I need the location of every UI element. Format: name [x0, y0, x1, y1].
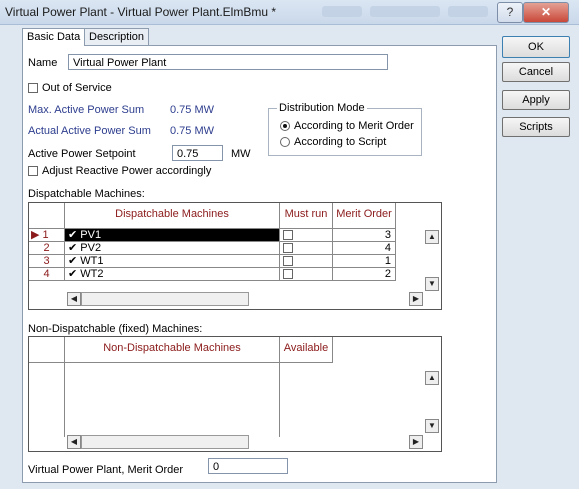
scroll-right-button[interactable]: ▶	[409, 435, 423, 449]
scroll-up-button[interactable]: ▲	[425, 371, 439, 385]
must-run-cell[interactable]	[280, 268, 333, 281]
close-icon: ✕	[540, 5, 552, 19]
machine-name: WT1	[80, 255, 104, 267]
out-of-service-label: Out of Service	[42, 82, 112, 94]
row-number[interactable]: 3	[29, 255, 65, 268]
merit-order-cell[interactable]: 1	[333, 255, 396, 268]
must-run-checkbox[interactable]	[283, 243, 293, 253]
help-icon: ?	[506, 5, 514, 19]
must-run-cell[interactable]	[280, 242, 333, 255]
max-active-label: Max. Active Power Sum	[28, 104, 145, 116]
scroll-down-button[interactable]: ▼	[425, 277, 439, 291]
arrow-left-icon: ◀	[70, 294, 78, 303]
actual-active-label: Actual Active Power Sum	[28, 125, 151, 137]
title-blur	[322, 6, 362, 17]
horizontal-scroll-thumb[interactable]	[81, 292, 249, 306]
row-number[interactable]: 2	[29, 242, 65, 255]
arrow-left-icon: ◀	[70, 437, 78, 446]
must-run-checkbox[interactable]	[283, 256, 293, 266]
arrow-right-icon: ▶	[412, 437, 420, 446]
adjust-reactive-checkbox[interactable]	[28, 166, 38, 176]
check-icon: ✔	[68, 268, 78, 280]
adjust-reactive-label: Adjust Reactive Power accordingly	[42, 165, 212, 177]
must-run-checkbox[interactable]	[283, 269, 293, 279]
setpoint-label: Active Power Setpoint	[28, 148, 136, 160]
actual-active-value: 0.75 MW	[170, 125, 215, 137]
dispatchable-grid: Dispatchable Machines Must run Merit Ord…	[28, 202, 442, 310]
arrow-up-icon: ▲	[428, 373, 436, 382]
non-dispatchable-grid: Non-Dispatchable Machines Available ▲ ▼ …	[28, 336, 442, 452]
horizontal-scroll-thumb[interactable]	[81, 435, 249, 449]
row-marker-icon: ▶	[31, 229, 40, 241]
script-radio-label: According to Script	[294, 136, 387, 148]
machine-name: PV1	[80, 229, 102, 241]
check-icon: ✔	[68, 242, 78, 254]
out-of-service-checkbox[interactable]	[28, 83, 38, 93]
dispatchable-machines-header[interactable]: Dispatchable Machines	[65, 203, 280, 229]
arrow-right-icon: ▶	[412, 294, 420, 303]
scripts-button[interactable]: Scripts	[502, 117, 570, 137]
apply-button[interactable]: Apply	[502, 90, 570, 110]
column-divider	[279, 363, 280, 437]
title-blur	[370, 6, 440, 17]
scroll-down-button[interactable]: ▼	[425, 419, 439, 433]
name-field[interactable]: Virtual Power Plant	[68, 54, 388, 70]
basic-data-panel: Name Virtual Power Plant Out of Service …	[22, 45, 497, 483]
arrow-down-icon: ▼	[428, 279, 436, 288]
available-header[interactable]: Available	[280, 337, 333, 363]
row-number[interactable]: 4	[29, 268, 65, 281]
scroll-left-button[interactable]: ◀	[67, 292, 81, 306]
machine-name: PV2	[80, 242, 102, 254]
must-run-header[interactable]: Must run	[280, 203, 333, 229]
machine-cell[interactable]: ✔ WT1	[65, 255, 280, 268]
window-title: Virtual Power Plant - Virtual Power Plan…	[5, 5, 277, 19]
distribution-mode-label: Distribution Mode	[277, 102, 367, 114]
machine-cell[interactable]: ✔ PV1	[65, 229, 280, 242]
setpoint-field[interactable]: 0.75	[172, 145, 223, 161]
row-number-text: 1	[42, 229, 49, 241]
window-title-bar[interactable]: Virtual Power Plant - Virtual Power Plan…	[0, 0, 579, 25]
merit-order-cell[interactable]: 2	[333, 268, 396, 281]
check-icon: ✔	[68, 229, 78, 241]
title-blur	[448, 6, 488, 17]
ok-button[interactable]: OK	[502, 36, 570, 58]
must-run-cell[interactable]	[280, 229, 333, 242]
tab-description[interactable]: Description	[84, 28, 150, 45]
grid-corner	[29, 203, 65, 229]
column-divider	[64, 363, 65, 437]
tab-basic-data[interactable]: Basic Data	[22, 28, 86, 46]
setpoint-unit: MW	[231, 148, 251, 160]
scroll-right-button[interactable]: ▶	[409, 292, 423, 306]
merit-order-cell[interactable]: 4	[333, 242, 396, 255]
merit-order-cell[interactable]: 3	[333, 229, 396, 242]
script-radio[interactable]	[280, 137, 290, 147]
grid-corner	[29, 337, 65, 363]
help-button[interactable]: ?	[497, 2, 523, 23]
merit-order-header[interactable]: Merit Order	[333, 203, 396, 229]
scroll-up-button[interactable]: ▲	[425, 230, 439, 244]
merit-order-radio-label: According to Merit Order	[294, 120, 414, 132]
machine-cell[interactable]: ✔ PV2	[65, 242, 280, 255]
must-run-cell[interactable]	[280, 255, 333, 268]
must-run-checkbox[interactable]	[283, 230, 293, 240]
merit-order-radio[interactable]	[280, 121, 290, 131]
non-dispatchable-machines-header[interactable]: Non-Dispatchable Machines	[65, 337, 280, 363]
cancel-button[interactable]: Cancel	[502, 62, 570, 82]
merit-order-label: Virtual Power Plant, Merit Order	[28, 464, 184, 476]
arrow-up-icon: ▲	[428, 232, 436, 241]
scroll-left-button[interactable]: ◀	[67, 435, 81, 449]
max-active-value: 0.75 MW	[170, 104, 215, 116]
non-dispatchable-section-label: Non-Dispatchable (fixed) Machines:	[28, 323, 203, 335]
machine-name: WT2	[80, 268, 104, 280]
arrow-down-icon: ▼	[428, 421, 436, 430]
close-button[interactable]: ✕	[523, 2, 569, 23]
machine-cell[interactable]: ✔ WT2	[65, 268, 280, 281]
merit-order-field[interactable]: 0	[208, 458, 288, 474]
name-label: Name	[28, 57, 58, 69]
distribution-mode-group	[268, 108, 422, 156]
check-icon: ✔	[68, 255, 78, 267]
dispatchable-section-label: Dispatchable Machines:	[28, 188, 145, 200]
row-number[interactable]: ▶ 1	[29, 229, 65, 242]
